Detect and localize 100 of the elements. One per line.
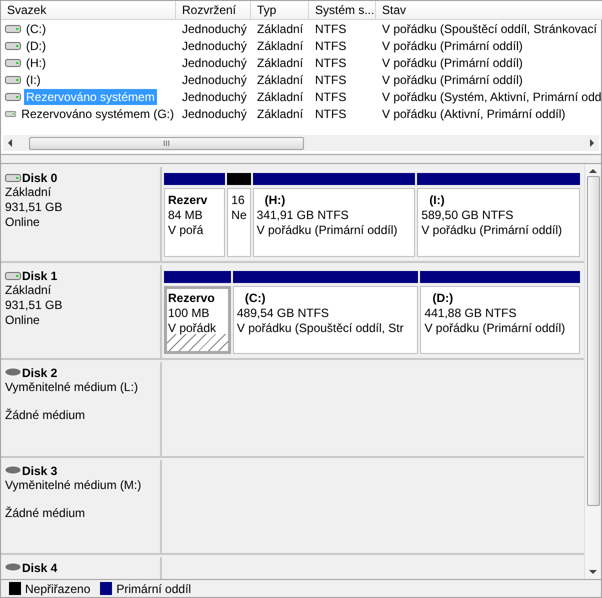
partition-body[interactable]: Rezerv 84 MB V pořá — [164, 188, 226, 256]
partition[interactable]: (D:) 441,88 GB NTFS V pořádku (Primární oddíl) — [420, 270, 580, 354]
table-cell-text: NTFS — [314, 106, 348, 122]
table-cell-text: Jednoduchý — [181, 72, 248, 88]
table-cell-text: Jednoduchý — [181, 55, 248, 71]
table-cell-text: Základní — [256, 106, 304, 122]
disk-status: Žádné médium — [5, 506, 86, 520]
table-cell-text: V pořádku (Primární oddíl) — [381, 72, 524, 88]
partition-body[interactable]: (H:) 341,91 GB NTFS V pořádku (Primární oddíl) — [252, 188, 416, 256]
disk-type: Základní — [5, 185, 52, 200]
disk-size: 931,51 GB — [5, 298, 64, 312]
legend-label: Nepřiřazeno — [25, 582, 90, 596]
partition-size: 589,50 GB NTFS — [421, 208, 514, 223]
removable-drive-icon — [5, 466, 21, 476]
partition-size: 100 MB — [168, 306, 210, 320]
removable-drive-icon — [5, 368, 21, 378]
disk-type: Základní — [5, 282, 52, 298]
disk-name: Disk 2 — [22, 366, 58, 380]
table-cell-text: V pořádku (Systém, Aktivní, Primární odd — [381, 89, 602, 105]
table-cell-text: NTFS — [314, 21, 348, 37]
disk-size: 931,51 GB — [5, 200, 64, 215]
scrollbar-thumb[interactable]: III — [29, 136, 304, 150]
partition[interactable]: 16 Ne — [227, 173, 251, 256]
volume-name[interactable]: (C:) — [24, 20, 48, 36]
table-cell-text: NTFS — [314, 89, 348, 105]
table-cell-text: V pořádku (Primární oddíl) — [381, 38, 524, 54]
partition-status: V pořádk — [168, 320, 218, 336]
drive-icon — [5, 24, 21, 34]
drive-icon — [5, 92, 21, 102]
partition-name: (C:) — [244, 290, 267, 306]
table-cell-text: V pořádku (Spouštěcí oddíl, Stránkovací — [381, 21, 598, 37]
partition-status: Ne — [231, 208, 247, 223]
disk-type: Vyměnitelné médium (L:) — [5, 380, 139, 395]
right-arrow-icon[interactable] — [589, 139, 595, 147]
partition[interactable]: (I:) 589,50 GB NTFS V pořádku (Primární oddíl) — [417, 173, 580, 256]
partition-size: 489,54 GB NTFS — [236, 306, 330, 320]
up-arrow-icon[interactable] — [589, 168, 597, 174]
disk-name: Disk 0 — [22, 171, 58, 185]
drive-icon — [5, 74, 21, 84]
partition-body[interactable]: (D:) 441,88 GB NTFS V pořádku (Primární oddíl) — [420, 286, 580, 354]
partition-bar — [227, 173, 251, 185]
horizontal-scrollbar[interactable]: III — [3, 135, 599, 151]
table-cell-text: Základní — [256, 38, 304, 54]
partition-name: Rezervo — [168, 290, 216, 306]
disk-type: Vyměnitelné médium (M:) — [5, 478, 142, 492]
legend-label: Primární oddíl — [116, 582, 192, 596]
partition-status: V pořádku (Primární oddíl) — [256, 223, 398, 238]
removable-drive-icon — [5, 563, 21, 573]
vertical-scrollbar[interactable] — [584, 164, 601, 579]
partition-status: V pořá — [168, 223, 204, 238]
partition[interactable]: Rezervo 100 MB V pořádk — [164, 270, 231, 354]
scrollbar-thumb[interactable] — [586, 176, 600, 506]
disk-status: Žádné médium — [5, 408, 86, 423]
table-cell-text: V pořádku (Aktivní, Primární oddíl) — [381, 106, 566, 122]
partition-body[interactable]: Rezervo 100 MB V pořádk — [164, 286, 231, 354]
partition-name: (D:) — [431, 290, 454, 306]
partition-body[interactable]: (I:) 589,50 GB NTFS V pořádku (Primární oddíl) — [417, 188, 580, 256]
partition[interactable]: (C:) 489,54 GB NTFS V pořádku (Spouštěcí oddíl, Str — [232, 270, 418, 354]
volume-name[interactable]: (D:) — [24, 38, 48, 54]
table-cell-text: Jednoduchý — [181, 89, 248, 105]
column-header[interactable]: Systém s... — [309, 1, 376, 20]
partition-name: Rezerv — [168, 193, 208, 208]
volume-name[interactable]: Rezervováno systémem (G:) — [19, 106, 176, 122]
drive-icon — [5, 58, 21, 68]
column-header[interactable]: Typ — [251, 1, 309, 20]
partition-status: V pořádku (Spouštěcí oddíl, Str — [236, 320, 405, 336]
partition-bar — [164, 173, 226, 185]
table-cell-text: Jednoduchý — [181, 21, 248, 37]
table-cell-text: NTFS — [314, 72, 348, 88]
volume-name[interactable]: (I:) — [24, 72, 43, 88]
table-cell-text: NTFS — [314, 55, 348, 71]
hard-drive-icon — [5, 270, 21, 280]
table-cell-text: Základní — [256, 55, 304, 71]
disk-status: Online — [5, 312, 41, 328]
table-cell-text: V pořádku (Primární oddíl) — [381, 55, 524, 71]
partition-body[interactable]: (C:) 489,54 GB NTFS V pořádku (Spouštěcí oddíl, Str — [232, 286, 418, 354]
table-cell-text: Základní — [256, 21, 304, 37]
partition-status: V pořádku (Primární oddíl) — [424, 320, 566, 336]
down-arrow-icon[interactable] — [589, 569, 597, 575]
table-cell-text: Základní — [256, 72, 304, 88]
column-header[interactable]: Stav — [376, 1, 602, 20]
partition-size: 84 MB — [168, 208, 204, 223]
left-arrow-icon[interactable] — [7, 139, 13, 147]
disk-name: Disk 3 — [22, 464, 58, 478]
partition[interactable]: (H:) 341,91 GB NTFS V pořádku (Primární oddíl) — [252, 173, 416, 256]
partition-size: 341,91 GB NTFS — [256, 208, 350, 223]
volume-name[interactable]: (H:) — [24, 54, 48, 70]
partition[interactable]: Rezerv 84 MB V pořá — [164, 173, 226, 256]
column-header[interactable]: Rozvržení — [176, 1, 251, 20]
table-cell-text: Jednoduchý — [181, 38, 248, 54]
partition-size: 16 — [231, 193, 246, 208]
table-cell-text: Základní — [256, 89, 304, 105]
partition-bar — [164, 270, 231, 282]
disk-name: Disk 4 — [22, 561, 58, 575]
column-header[interactable]: Svazek — [1, 1, 176, 20]
table-cell-text: NTFS — [314, 38, 348, 54]
partition-body[interactable]: 16 Ne — [227, 188, 251, 256]
disk-name: Disk 1 — [22, 268, 58, 282]
partition-name: (H:) — [264, 193, 286, 208]
hard-drive-icon — [5, 173, 21, 183]
